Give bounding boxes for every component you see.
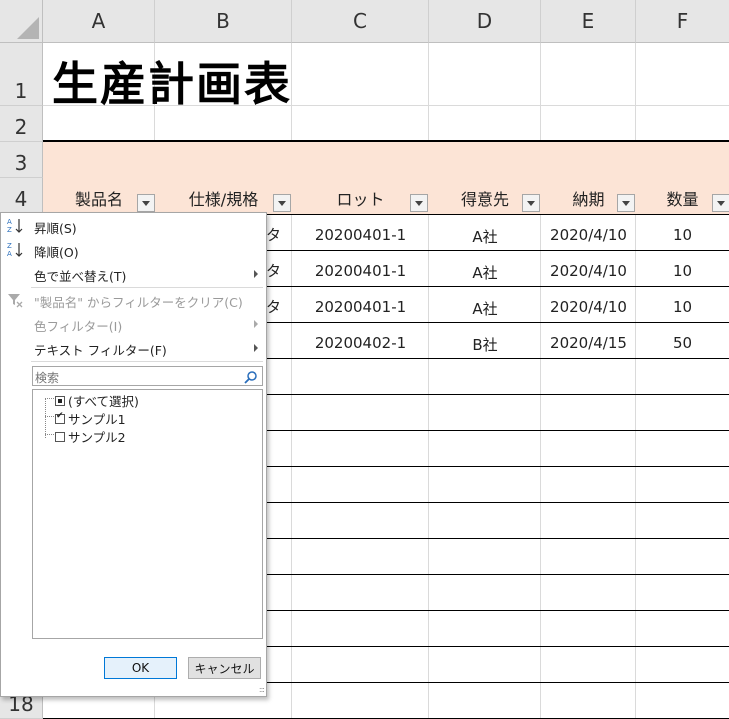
svg-text:A: A: [7, 250, 12, 258]
menu-separator: [31, 287, 263, 288]
filter-value-list: (すべて選択) サンプル1 サンプル2: [32, 389, 263, 639]
checkbox-checked[interactable]: [55, 411, 65, 424]
cell-spec[interactable]: タ: [266, 224, 281, 245]
list-item-sample2[interactable]: サンプル2: [55, 427, 126, 446]
cell-qty[interactable]: 10: [636, 298, 729, 316]
column-header-c[interactable]: C: [292, 0, 429, 43]
header-spec: 仕様/規格: [188, 190, 259, 209]
cell-customer[interactable]: A社: [429, 298, 541, 319]
tree-line: [45, 398, 46, 438]
tree-line: [45, 416, 54, 417]
sheet-title: 生産計画表: [52, 57, 292, 111]
autofilter-menu: AZ 昇順(S) ZA 降順(O) 色で並べ替え(T) "製品名" からフィルタ…: [0, 212, 267, 697]
corner-triangle-icon: [17, 17, 39, 39]
header-lot: ロット: [336, 190, 385, 209]
cell-due[interactable]: 2020/4/10: [541, 262, 636, 280]
dropdown-arrow-icon: [278, 200, 286, 206]
row-header-1[interactable]: 1: [0, 43, 43, 106]
menu-sort-asc[interactable]: 昇順(S): [34, 218, 77, 237]
row-header-3[interactable]: 3: [0, 142, 43, 178]
menu-clear-filter: "製品名" からフィルターをクリア(C): [34, 295, 243, 310]
cell-due[interactable]: 2020/4/10: [541, 298, 636, 316]
cell-qty[interactable]: 50: [636, 334, 729, 352]
cell-customer[interactable]: B社: [429, 334, 541, 355]
svg-text:Z: Z: [7, 226, 12, 234]
cell-qty[interactable]: 10: [636, 262, 729, 280]
search-icon: [244, 369, 258, 388]
menu-text-filter[interactable]: テキスト フィルター(F): [34, 340, 167, 359]
menu-sort-desc[interactable]: 降順(O): [34, 242, 79, 261]
filter-dropdown-due[interactable]: [617, 194, 635, 212]
tree-line: [45, 398, 54, 399]
checkbox-unchecked[interactable]: [55, 431, 65, 442]
table-top-border: [43, 140, 729, 142]
filter-dropdown-spec[interactable]: [273, 194, 291, 212]
spreadsheet: A B C D E F 1 2 3 4 18 生産計画表 製品名 仕様/規格 ロ…: [0, 0, 729, 719]
dropdown-arrow-icon: [622, 200, 630, 206]
search-box: [32, 366, 263, 388]
submenu-arrow-icon: [254, 320, 258, 328]
cell-spec[interactable]: タ: [266, 260, 281, 281]
row-header-2[interactable]: 2: [0, 106, 43, 142]
dropdown-arrow-icon: [142, 200, 150, 206]
cell-qty[interactable]: 10: [636, 226, 729, 244]
sort-ascending-icon: AZ: [6, 217, 24, 235]
sort-descending-icon: ZA: [6, 241, 24, 259]
submenu-arrow-icon: [254, 270, 258, 278]
dropdown-arrow-icon: [415, 200, 423, 206]
cell-customer[interactable]: A社: [429, 262, 541, 283]
svg-text:A: A: [7, 218, 12, 226]
column-header-e[interactable]: E: [541, 0, 636, 43]
filter-dropdown-lot[interactable]: [410, 194, 428, 212]
clear-filter-icon: [7, 292, 23, 312]
cell-lot[interactable]: 20200401-1: [292, 298, 429, 316]
filter-dropdown-qty[interactable]: [712, 194, 729, 212]
column-header-d[interactable]: D: [429, 0, 541, 43]
filter-dropdown-customer[interactable]: [522, 194, 540, 212]
cancel-button[interactable]: キャンセル: [188, 657, 261, 679]
menu-separator: [31, 361, 263, 362]
resize-grip-icon[interactable]: :::: [259, 685, 265, 694]
dropdown-arrow-icon: [717, 200, 725, 206]
cell-customer[interactable]: A社: [429, 226, 541, 247]
cell-due[interactable]: 2020/4/10: [541, 226, 636, 244]
submenu-arrow-icon: [254, 344, 258, 352]
list-item-label: サンプル1: [68, 412, 126, 427]
checkbox-mixed[interactable]: [55, 395, 65, 406]
list-item-label: サンプル2: [68, 430, 126, 445]
list-item-label: (すべて選択): [68, 394, 139, 409]
search-input[interactable]: [33, 369, 235, 387]
menu-color-filter: 色フィルター(I): [34, 319, 123, 334]
filter-dropdown-product[interactable]: [137, 194, 155, 212]
column-header-a[interactable]: A: [43, 0, 155, 43]
select-all-corner[interactable]: [0, 0, 43, 43]
menu-sort-by-color[interactable]: 色で並べ替え(T): [34, 266, 126, 285]
cell-lot[interactable]: 20200402-1: [292, 334, 429, 352]
cell-due[interactable]: 2020/4/15: [541, 334, 636, 352]
column-header-b[interactable]: B: [155, 0, 292, 43]
dropdown-arrow-icon: [527, 200, 535, 206]
cell-spec[interactable]: タ: [266, 296, 281, 317]
tree-line: [45, 434, 54, 435]
list-item-sample1[interactable]: サンプル1: [55, 409, 126, 428]
list-item-select-all[interactable]: (すべて選択): [55, 391, 139, 410]
svg-text:Z: Z: [7, 242, 12, 250]
cell-lot[interactable]: 20200401-1: [292, 262, 429, 280]
cell-lot[interactable]: 20200401-1: [292, 226, 429, 244]
column-header-f[interactable]: F: [636, 0, 729, 43]
row-header-4[interactable]: 4: [0, 178, 43, 214]
ok-button[interactable]: OK: [104, 657, 177, 679]
